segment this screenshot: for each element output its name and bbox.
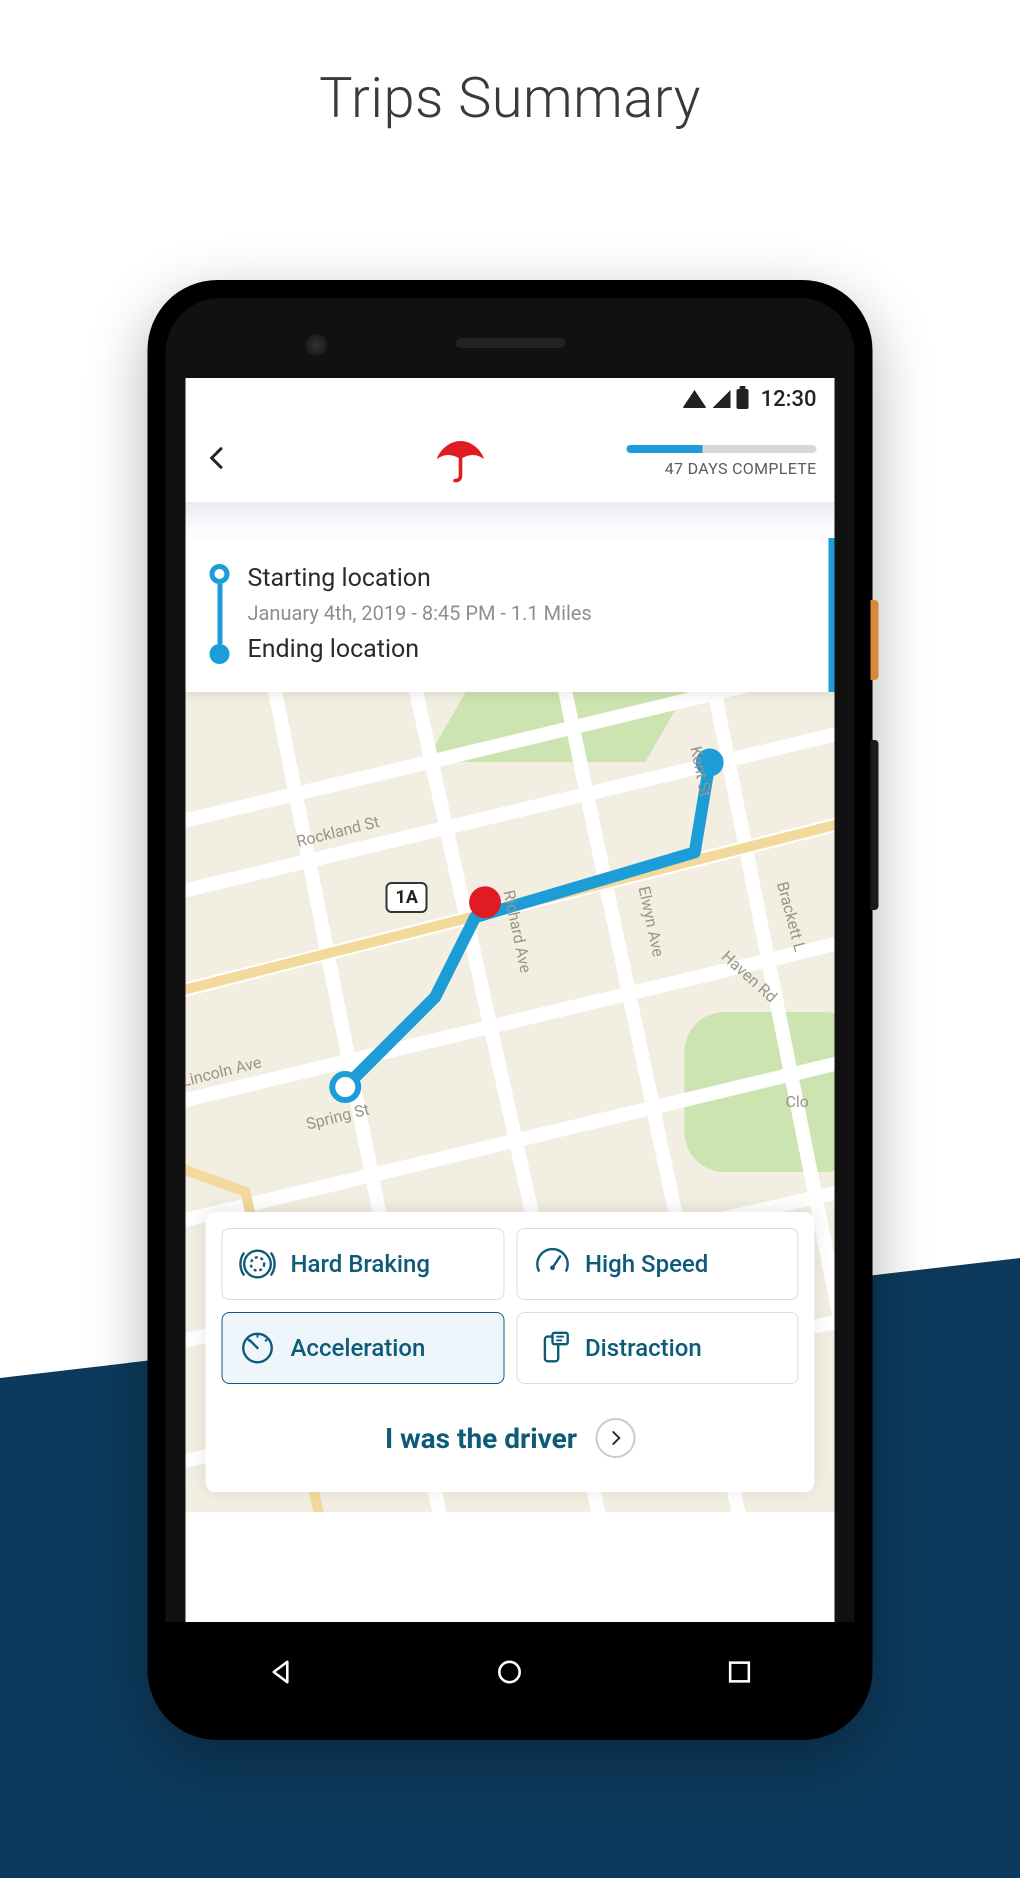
driver-button-label: I was the driver (385, 1422, 577, 1455)
gauge-icon (239, 1329, 277, 1367)
phone-speaker (455, 338, 565, 348)
speedometer-icon (533, 1245, 571, 1283)
triangle-back-icon (263, 1655, 297, 1689)
i-was-the-driver-button[interactable]: I was the driver (222, 1400, 799, 1476)
status-bar: 12:30 (186, 378, 835, 420)
android-home-button[interactable] (488, 1650, 532, 1694)
phone-volume-button (871, 740, 879, 910)
progress-bar (627, 445, 817, 453)
card-accent (829, 538, 835, 692)
brake-icon (239, 1245, 277, 1283)
event-label: High Speed (585, 1250, 708, 1278)
event-label: Acceleration (291, 1334, 426, 1362)
clock-text: 12:30 (761, 387, 817, 412)
android-recents-button[interactable] (718, 1650, 762, 1694)
trip-connector (208, 564, 232, 664)
trip-map[interactable]: 1A Rockland St Kent St Richard Ave Elwyn… (186, 692, 835, 1512)
battery-icon (737, 389, 749, 409)
trip-meta-text: January 4th, 2019 - 8:45 PM - 1.1 Miles (248, 601, 813, 625)
phone-power-button (871, 600, 879, 680)
event-label: Hard Braking (291, 1250, 430, 1278)
chevron-right-icon (595, 1418, 635, 1458)
circle-home-icon (493, 1655, 527, 1689)
acceleration-button[interactable]: Acceleration (222, 1312, 505, 1384)
square-recents-icon (723, 1655, 757, 1689)
route-badge: 1A (386, 882, 428, 913)
hard-braking-button[interactable]: Hard Braking (222, 1228, 505, 1300)
chevron-left-icon (204, 444, 232, 472)
progress-fill (627, 445, 703, 453)
phone-frame: 12:30 47 DAYS COMPLETE (148, 280, 873, 1740)
back-button[interactable] (204, 441, 244, 481)
trip-summary-card[interactable]: Starting location January 4th, 2019 - 8:… (186, 538, 835, 692)
android-back-button[interactable] (258, 1650, 302, 1694)
phone-screen: 12:30 47 DAYS COMPLETE (186, 378, 835, 1622)
end-marker-icon (210, 644, 230, 664)
android-nav-bar (166, 1622, 855, 1722)
event-panel: Hard Braking High Speed (206, 1212, 815, 1492)
page-title: Trips Summary (0, 65, 1020, 131)
header-shadow (186, 502, 835, 538)
app-header: 47 DAYS COMPLETE (186, 420, 835, 502)
progress-section: 47 DAYS COMPLETE (627, 445, 817, 478)
progress-label: 47 DAYS COMPLETE (627, 459, 817, 478)
brand-logo (434, 434, 488, 488)
start-marker-icon (210, 564, 230, 584)
signal-icon (713, 390, 731, 408)
event-label: Distraction (585, 1334, 702, 1362)
umbrella-icon (434, 434, 488, 484)
starting-location-label: Starting location (248, 564, 813, 593)
distraction-button[interactable]: Distraction (516, 1312, 799, 1384)
street-label: Clo (786, 1092, 809, 1111)
phone-message-icon (533, 1329, 571, 1367)
wifi-icon (683, 390, 707, 408)
high-speed-button[interactable]: High Speed (516, 1228, 799, 1300)
ending-location-label: Ending location (248, 635, 813, 664)
phone-camera (306, 334, 328, 356)
